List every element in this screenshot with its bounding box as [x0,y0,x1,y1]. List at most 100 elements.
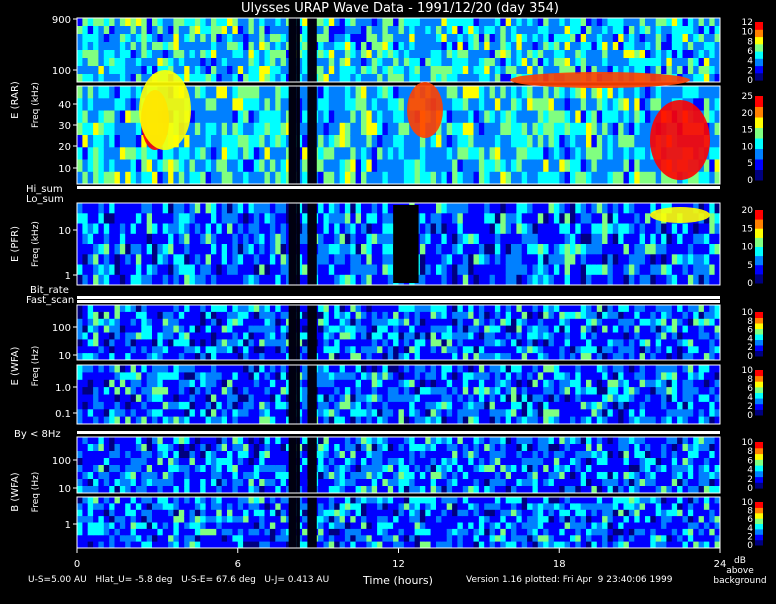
colorbar-rar_low [755,96,763,181]
y-tick-label-rar_low-0: 10 [58,164,71,175]
cbar-unit-db: dB [734,556,746,566]
x-axis-label: Time (hours) [362,574,433,587]
rar-drift-band [510,72,690,88]
panel-rar_high-gap-2 [297,18,300,82]
cbar-tick-rar_high-0: 0 [747,76,753,86]
cbar-tick-wfa_b_low-1: 2 [747,532,753,542]
cbar-unit-above: above [726,566,754,576]
y-tick-label-rar_low-3: 40 [58,100,71,111]
group-label-e-pfr: E (PFR) [10,226,21,262]
y-tick-label-rar_high-1: 900 [52,15,71,26]
panel-wfa_e_high-gap-0 [289,305,297,360]
panel-wfa_b_high-gap-1 [307,437,316,493]
cbar-unit-background: background [713,576,766,586]
footer-right: Version 1.16 plotted: Fri Apr 9 23:40:06… [466,575,673,585]
panel-wfa_e_low-gap-1 [307,365,316,424]
panel-wfa_e_high-gap-1 [307,305,316,360]
pfr-data-gap [393,205,418,283]
x-tick-label-0: 0 [74,559,80,570]
cbar-tick-rar_low-4: 20 [742,109,754,119]
colorbar-rar_high [755,22,763,81]
group-label-b-wfa: B (WFA) [10,472,21,512]
cbar-tick-rar_high-2: 4 [747,57,753,67]
cbar-tick-wfa_e_low-5: 10 [742,366,754,376]
cbar-tick-pfr-2: 10 [742,243,754,253]
cbar-tick-wfa_e_high-4: 8 [747,317,753,327]
cbar-tick-wfa_b_high-4: 8 [747,447,753,457]
fast-scan-strip [77,300,720,303]
hi-sum-strip [77,186,720,189]
rar-burst-2 [407,82,443,138]
chart-title: Ulysses URAP Wave Data - 1991/12/20 (day… [241,1,559,16]
y-tick-label-wfa_e_low-0: 0.1 [55,409,71,420]
cbar-tick-rar_high-4: 8 [747,37,753,47]
cbar-tick-wfa_b_high-3: 6 [747,456,753,466]
group-label-e-wfa: E (WFA) [10,346,21,385]
panel-wfa_b_low-gap-2 [297,497,300,548]
cbar-tick-pfr-4: 20 [742,206,754,216]
y-tick-label-wfa_b_high-1: 100 [52,456,71,467]
cbar-tick-wfa_e_low-3: 6 [747,384,753,394]
cbar-tick-pfr-0: 0 [747,279,753,289]
panel-rar_high-gap-1 [307,18,316,82]
y-tick-label-wfa_e_high-0: 10 [58,351,71,362]
cbar-tick-wfa_b_low-3: 6 [747,515,753,525]
label-lo-sum: Lo_sum [26,194,64,205]
cbar-tick-rar_low-0: 0 [747,176,753,186]
panel-rar_low-gap-2 [297,86,300,184]
x-tick-label-3: 18 [553,559,566,570]
by-strip [77,431,720,434]
panel-rar_low-gap-0 [289,86,297,184]
x-tick-label-4: 24 [714,559,727,570]
colorbar-wfa_b_low [755,502,763,546]
cbar-tick-wfa_b_low-0: 0 [747,541,753,551]
cbar-tick-wfa_e_low-4: 8 [747,375,753,385]
cbar-tick-wfa_e_low-0: 0 [747,411,753,421]
y-tick-label-rar_high-0: 100 [52,66,71,77]
cbar-tick-wfa_b_low-5: 10 [742,498,754,508]
cbar-tick-wfa_e_low-1: 2 [747,402,753,412]
group-label-e-rar: E (RAR) [10,81,21,119]
panel-wfa_b_low-cells [77,497,720,548]
cbar-tick-wfa_e_high-5: 10 [742,308,754,318]
spectrogram-figure: Ulysses URAP Wave Data - 1991/12/20 (day… [0,0,776,600]
footer-left: U-S=5.00 AU Hlat_U= -5.8 deg U-S-E= 67.6… [28,575,329,585]
panel-wfa_e_low-gap-0 [289,365,297,424]
cbar-tick-rar_high-1: 2 [747,66,753,76]
cbar-tick-wfa_b_low-2: 4 [747,524,753,534]
cbar-tick-rar_low-3: 15 [742,126,753,136]
panel-wfa_b_high-gap-0 [289,437,297,493]
cbar-tick-wfa_b_high-1: 2 [747,475,753,485]
cbar-tick-wfa_e_high-1: 2 [747,343,753,353]
cbar-tick-pfr-3: 15 [742,224,753,234]
cbar-tick-rar_low-5: 25 [742,92,753,102]
pfr-band [650,207,710,223]
panel-wfa_e_low-cells [77,365,720,424]
rar-burst-1-halo [139,70,191,150]
y-tick-label-wfa_b_high-0: 10 [58,484,71,495]
colorbar-pfr [755,210,763,284]
panel-wfa_b_high-cells [77,437,720,493]
y-tick-label-rar_low-2: 30 [58,121,71,132]
y-tick-label-rar_low-1: 20 [58,142,71,153]
panel-pfr-gap-1 [307,203,316,285]
label-fast-scan: Fast_scan [26,295,74,306]
y-tick-label-pfr-0: 1 [65,271,71,282]
cbar-tick-wfa_e_low-2: 4 [747,393,753,403]
y-tick-label-wfa_e_low-1: 1.0 [55,383,71,394]
cbar-tick-wfa_e_high-3: 6 [747,326,753,336]
x-tick-label-1: 6 [235,559,241,570]
freq-label-pfr: Freq (kHz) [31,221,41,267]
panel-wfa_e_high-gap-2 [297,305,300,360]
colorbar-wfa_b_high [755,442,763,489]
freq-label-wfa-e: Freq (Hz) [31,346,41,387]
cbar-tick-pfr-1: 5 [747,261,753,271]
cbar-tick-wfa_b_high-0: 0 [747,484,753,494]
y-tick-label-wfa_b_low-0: 1 [65,520,71,531]
y-tick-label-wfa_e_high-1: 100 [52,323,71,334]
cbar-tick-rar_high-3: 6 [747,47,753,57]
cbar-tick-wfa_e_high-2: 4 [747,334,753,344]
bit-rate-strip [77,296,720,299]
cbar-tick-wfa_e_high-0: 0 [747,352,753,362]
colorbar-wfa_e_high [755,312,763,357]
